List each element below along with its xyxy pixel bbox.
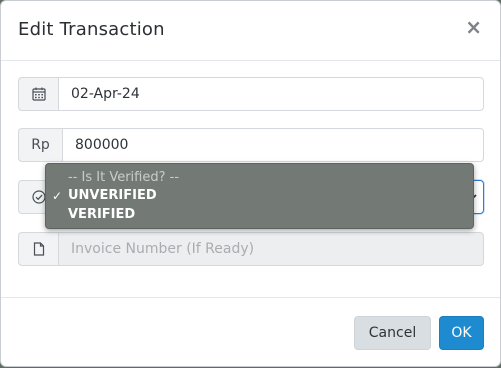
cancel-button[interactable]: Cancel xyxy=(354,316,431,350)
calendar-icon xyxy=(18,77,58,111)
dialog-footer: Cancel OK xyxy=(1,297,500,368)
date-row: 02-Apr-24 xyxy=(18,77,484,111)
file-icon xyxy=(18,232,58,266)
date-input[interactable]: 02-Apr-24 xyxy=(58,77,484,111)
ok-button[interactable]: OK xyxy=(439,316,484,350)
check-icon: ✓ xyxy=(52,189,63,203)
invoice-row: Invoice Number (If Ready) xyxy=(18,232,484,266)
currency-prefix: Rp xyxy=(18,128,62,162)
dialog-header: Edit Transaction × xyxy=(1,1,500,61)
option-placeholder[interactable]: -- Is It Verified? -- xyxy=(68,170,179,186)
option-verified[interactable]: VERIFIED xyxy=(68,207,135,223)
invoice-number-input: Invoice Number (If Ready) xyxy=(58,232,484,266)
amount-input[interactable]: 800000 xyxy=(62,128,484,162)
verification-dropdown-list: -- Is It Verified? -- ✓ UNVERIFIED VERIF… xyxy=(45,163,474,229)
dialog-title: Edit Transaction xyxy=(18,19,165,40)
close-icon[interactable]: × xyxy=(465,17,482,37)
amount-row: Rp 800000 xyxy=(18,128,484,162)
option-unverified[interactable]: UNVERIFIED xyxy=(68,188,157,204)
